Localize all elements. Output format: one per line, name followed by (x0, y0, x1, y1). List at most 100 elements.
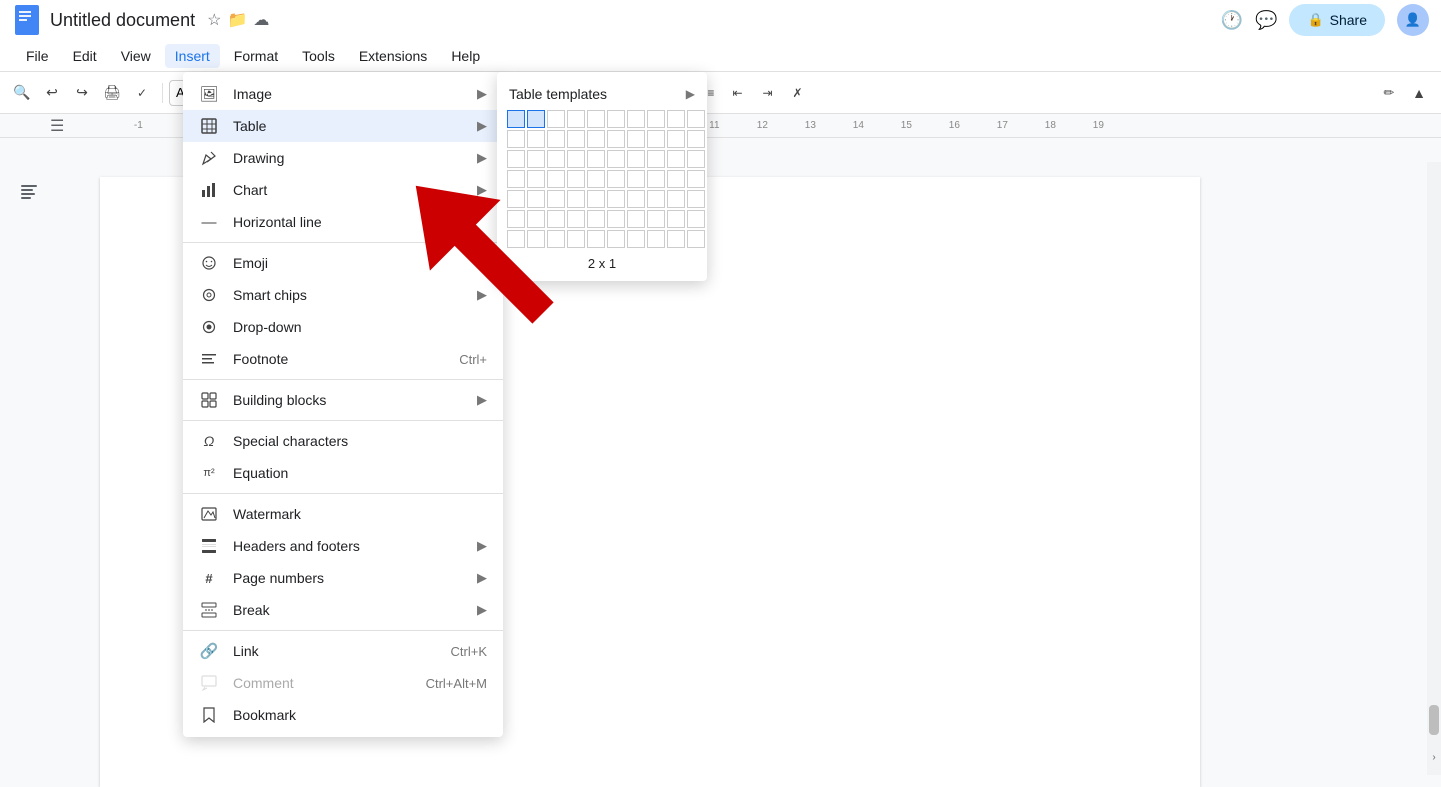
doc-title[interactable]: Untitled document (50, 10, 195, 31)
grid-cell-3-3[interactable] (547, 150, 565, 168)
grid-cell-2-1[interactable] (507, 130, 525, 148)
scroll-chevron-icon[interactable]: › (1429, 749, 1439, 765)
grid-cell-4-7[interactable] (627, 170, 645, 188)
grid-cell-2-6[interactable] (607, 130, 625, 148)
grid-cell-2-2[interactable] (527, 130, 545, 148)
menu-item-break[interactable]: Break ▶ (183, 594, 503, 626)
grid-cell-3-10[interactable] (687, 150, 705, 168)
menu-item-special-characters[interactable]: Ω Special characters (183, 425, 503, 457)
grid-cell-6-7[interactable] (627, 210, 645, 228)
indent-decrease-btn[interactable]: ⇤ (724, 79, 752, 107)
grid-cell-7-4[interactable] (567, 230, 585, 248)
grid-cell-4-5[interactable] (587, 170, 605, 188)
grid-cell-7-3[interactable] (547, 230, 565, 248)
grid-cell-5-3[interactable] (547, 190, 565, 208)
grid-cell-5-10[interactable] (687, 190, 705, 208)
comment-icon[interactable]: 💬 (1255, 10, 1277, 31)
grid-cell-1-3[interactable] (547, 110, 565, 128)
menu-item-extensions[interactable]: Extensions (349, 44, 437, 68)
star-icon[interactable]: ☆ (207, 10, 221, 30)
menu-item-emoji[interactable]: Emoji (183, 247, 503, 279)
grid-cell-7-8[interactable] (647, 230, 665, 248)
grid-cell-6-6[interactable] (607, 210, 625, 228)
grid-cell-6-8[interactable] (647, 210, 665, 228)
redo-btn[interactable]: ↪ (68, 79, 96, 107)
grid-cell-2-3[interactable] (547, 130, 565, 148)
grid-cell-6-1[interactable] (507, 210, 525, 228)
grid-cell-5-5[interactable] (587, 190, 605, 208)
grid-cell-2-7[interactable] (627, 130, 645, 148)
collapse-toolbar-btn[interactable]: ▲ (1405, 79, 1433, 107)
menu-item-file[interactable]: File (16, 44, 59, 68)
grid-cell-7-5[interactable] (587, 230, 605, 248)
doc-outline-icon[interactable] (20, 182, 38, 205)
spellcheck-btn[interactable]: ✓ (128, 79, 156, 107)
clear-format-btn[interactable]: ✗ (784, 79, 812, 107)
print-btn[interactable]: 🖨 (98, 79, 126, 107)
menu-item-dropdown[interactable]: Drop-down (183, 311, 503, 343)
grid-cell-4-10[interactable] (687, 170, 705, 188)
search-toolbar-btn[interactable]: 🔍 (8, 79, 36, 107)
grid-cell-7-10[interactable] (687, 230, 705, 248)
grid-cell-4-4[interactable] (567, 170, 585, 188)
grid-cell-7-2[interactable] (527, 230, 545, 248)
edit-mode-btn[interactable]: ✏ (1375, 79, 1403, 107)
grid-cell-7-9[interactable] (667, 230, 685, 248)
grid-cell-6-5[interactable] (587, 210, 605, 228)
menu-item-equation[interactable]: π² Equation (183, 457, 503, 489)
folder-icon[interactable]: 📁 (227, 10, 247, 30)
grid-cell-7-7[interactable] (627, 230, 645, 248)
menu-item-link[interactable]: 🔗 Link Ctrl+K (183, 635, 503, 667)
grid-cell-3-9[interactable] (667, 150, 685, 168)
grid-cell-2-8[interactable] (647, 130, 665, 148)
grid-cell-3-8[interactable] (647, 150, 665, 168)
grid-cell-3-7[interactable] (627, 150, 645, 168)
grid-cell-5-2[interactable] (527, 190, 545, 208)
grid-cell-4-3[interactable] (547, 170, 565, 188)
menu-item-smart-chips[interactable]: Smart chips ▶ (183, 279, 503, 311)
grid-cell-6-3[interactable] (547, 210, 565, 228)
grid-cell-1-6[interactable] (607, 110, 625, 128)
grid-cell-1-7[interactable] (627, 110, 645, 128)
undo-btn[interactable]: ↩ (38, 79, 66, 107)
scrollbar-thumb[interactable] (1429, 705, 1439, 735)
menu-item-footnote[interactable]: Footnote Ctrl+ (183, 343, 503, 375)
menu-item-tools[interactable]: Tools (292, 44, 345, 68)
hamburger-menu[interactable]: ☰ (50, 116, 64, 136)
history-icon[interactable]: 🕐 (1221, 10, 1243, 31)
grid-cell-5-6[interactable] (607, 190, 625, 208)
grid-cell-2-9[interactable] (667, 130, 685, 148)
grid-cell-1-9[interactable] (667, 110, 685, 128)
grid-cell-5-4[interactable] (567, 190, 585, 208)
grid-cell-4-6[interactable] (607, 170, 625, 188)
grid-cell-5-7[interactable] (627, 190, 645, 208)
grid-cell-7-1[interactable] (507, 230, 525, 248)
menu-item-headers-footers[interactable]: Headers and footers ▶ (183, 530, 503, 562)
grid-cell-1-5[interactable] (587, 110, 605, 128)
table-templates-row[interactable]: Table templates ▶ (507, 82, 697, 110)
menu-item-chart[interactable]: Chart ▶ (183, 174, 503, 206)
grid-cell-1-10[interactable] (687, 110, 705, 128)
table-grid[interactable] (507, 110, 697, 248)
menu-item-building-blocks[interactable]: Building blocks ▶ (183, 384, 503, 416)
menu-item-edit[interactable]: Edit (63, 44, 107, 68)
menu-item-table[interactable]: Table ▶ (183, 110, 503, 142)
menu-item-watermark[interactable]: Watermark (183, 498, 503, 530)
grid-cell-6-9[interactable] (667, 210, 685, 228)
cloud-icon[interactable]: ☁ (253, 10, 269, 30)
menu-item-bookmark[interactable]: Bookmark (183, 699, 503, 731)
grid-cell-3-2[interactable] (527, 150, 545, 168)
grid-cell-1-2[interactable] (527, 110, 545, 128)
grid-cell-5-8[interactable] (647, 190, 665, 208)
indent-increase-btn[interactable]: ⇥ (754, 79, 782, 107)
menu-item-drawing[interactable]: Drawing ▶ (183, 142, 503, 174)
grid-cell-4-9[interactable] (667, 170, 685, 188)
share-button[interactable]: 🔒 Share (1289, 4, 1385, 36)
grid-cell-6-10[interactable] (687, 210, 705, 228)
scrollbar-track[interactable]: › (1427, 162, 1441, 775)
menu-item-image[interactable]: 🖼 Image ▶ (183, 78, 503, 110)
grid-cell-3-5[interactable] (587, 150, 605, 168)
grid-cell-1-8[interactable] (647, 110, 665, 128)
grid-cell-3-6[interactable] (607, 150, 625, 168)
grid-cell-2-5[interactable] (587, 130, 605, 148)
